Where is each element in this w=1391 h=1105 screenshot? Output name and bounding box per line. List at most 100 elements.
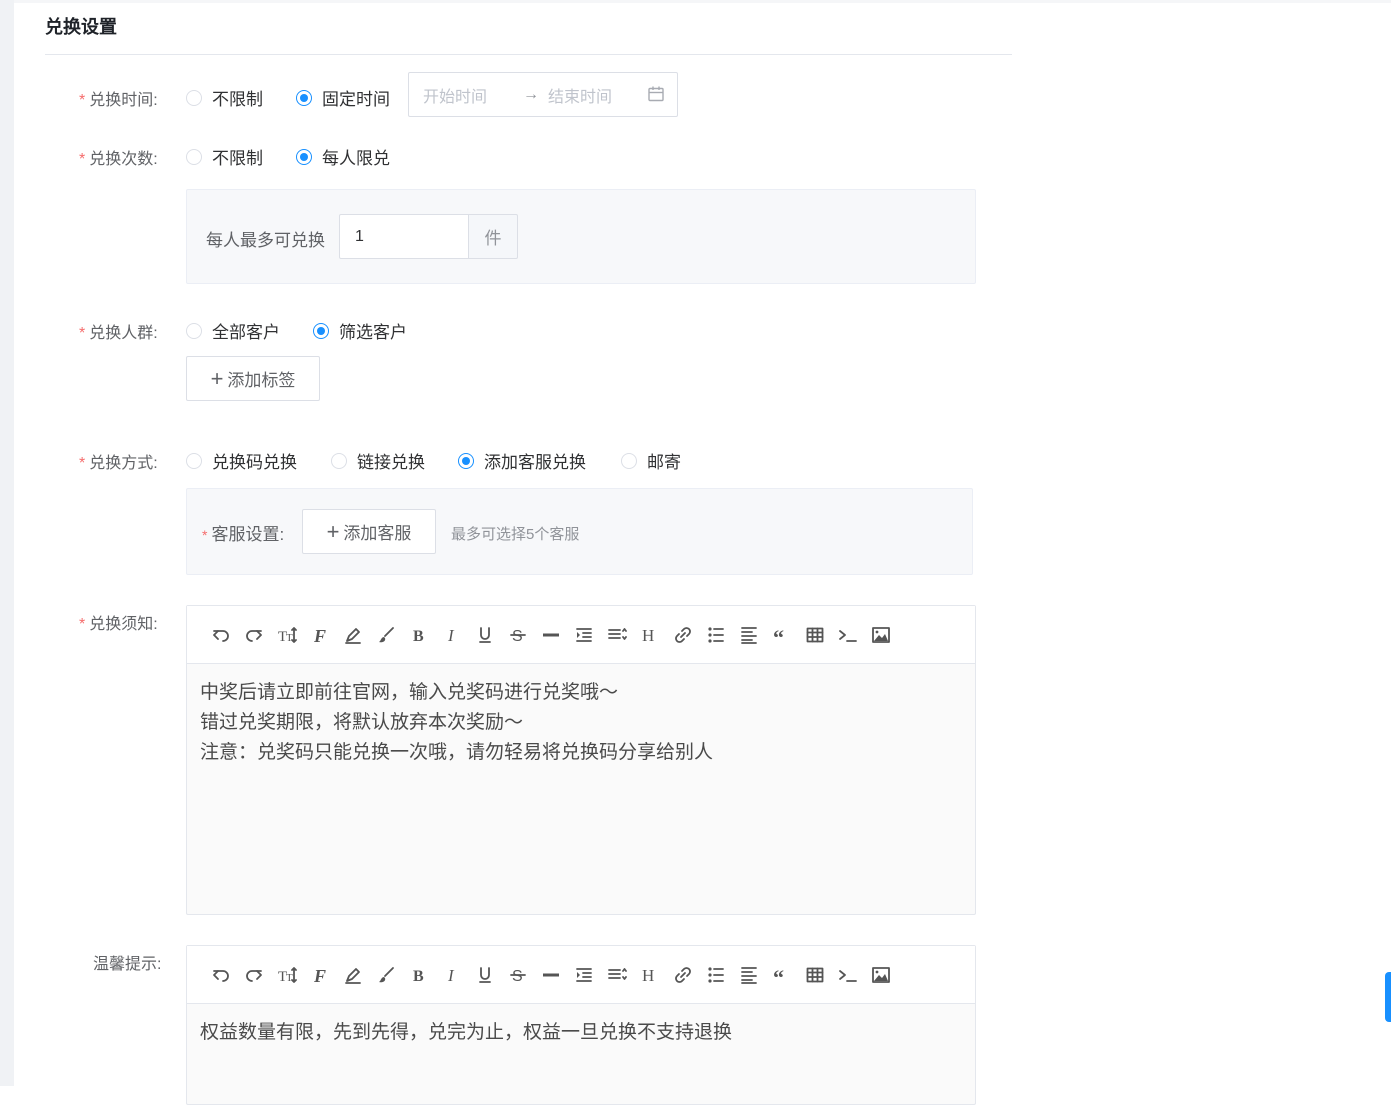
font-size-button[interactable]: TT	[270, 621, 303, 649]
redo-button[interactable]	[237, 621, 270, 649]
strikethrough-button[interactable]: S	[501, 961, 534, 989]
svg-text:H: H	[642, 966, 654, 985]
font-family-button[interactable]: F	[303, 621, 336, 649]
italic-button[interactable]: I	[435, 961, 468, 989]
font-size-button[interactable]: TT	[270, 961, 303, 989]
radio-label: 添加客服兑换	[484, 453, 586, 472]
redo-icon	[245, 969, 262, 982]
table-button[interactable]	[798, 621, 831, 649]
underline-button[interactable]	[468, 961, 501, 989]
end-date-input[interactable]: 结束时间	[548, 83, 638, 107]
image-button[interactable]	[864, 621, 897, 649]
svg-text:S: S	[512, 628, 523, 645]
align-button[interactable]	[732, 621, 765, 649]
bullet-list-button[interactable]	[699, 961, 732, 989]
table-button[interactable]	[798, 961, 831, 989]
horizontal-rule-button[interactable]	[534, 961, 567, 989]
method-link-radio[interactable]: 链接兑换	[331, 448, 425, 473]
code-button[interactable]	[831, 621, 864, 649]
editor-content[interactable]: 权益数量有限，先到先得，兑完为止，权益一旦兑换不支持退换	[187, 1004, 975, 1062]
radio-circle[interactable]	[186, 89, 202, 106]
image-button[interactable]	[864, 961, 897, 989]
paint-brush-button[interactable]	[369, 621, 402, 649]
redo-button[interactable]	[237, 961, 270, 989]
add-customer-service-button[interactable]: + 添加客服	[302, 509, 436, 554]
editor-toolbar: T T F B I S H “	[187, 946, 975, 1004]
range-separator-arrow: →	[523, 85, 539, 103]
date-range-picker[interactable]: 开始时间 → 结束时间	[408, 72, 678, 117]
highlight-button[interactable]	[336, 961, 369, 989]
crowd-all-customers-radio[interactable]: 全部客户	[186, 318, 280, 343]
highlight-button[interactable]	[336, 621, 369, 649]
crowd-filter-customers-radio[interactable]: 筛选客户	[313, 318, 407, 343]
paint-brush-button[interactable]	[369, 961, 402, 989]
radio-circle[interactable]	[458, 452, 474, 469]
image-icon	[871, 966, 890, 983]
line-height-button[interactable]	[600, 621, 633, 649]
underline-button[interactable]	[468, 621, 501, 649]
radio-circle[interactable]	[313, 322, 329, 339]
bullet-list-button[interactable]	[699, 621, 732, 649]
svg-text:“: “	[773, 965, 784, 985]
radio-label: 全部客户	[212, 323, 280, 342]
heading-button[interactable]: H	[633, 961, 666, 989]
per-person-limit-input[interactable]: 1	[339, 214, 469, 259]
exchange-time-unlimited-radio[interactable]: 不限制	[186, 85, 263, 110]
radio-circle[interactable]	[186, 452, 202, 469]
exchange-notice-editor[interactable]: T T F B I S H “ 中奖后请立即前往官网，输入兑奖码进行兑奖哦～ 错过兑奖期限，将…	[186, 605, 976, 915]
start-date-input[interactable]: 开始时间	[423, 83, 513, 107]
exchange-count-label: * 兑换次数:	[79, 145, 158, 169]
editor-line[interactable]: 中奖后请立即前往官网，输入兑奖码进行兑奖哦～	[200, 678, 962, 708]
svg-text:H: H	[642, 626, 654, 645]
exchange-time-fixed-radio[interactable]: 固定时间	[296, 85, 390, 110]
line-height-button[interactable]	[600, 961, 633, 989]
editor-content[interactable]: 中奖后请立即前往官网，输入兑奖码进行兑奖哦～ 错过兑奖期限，将默认放弃本次奖励～…	[187, 664, 975, 782]
exchange-count-per-person-radio[interactable]: 每人限兑	[296, 144, 390, 169]
bold-button[interactable]: B	[402, 961, 435, 989]
horizontal-rule-button[interactable]	[534, 621, 567, 649]
bold-button[interactable]: B	[402, 621, 435, 649]
calendar-icon[interactable]	[647, 85, 665, 103]
add-tag-button[interactable]: + 添加标签	[186, 356, 320, 401]
quote-button[interactable]: “	[765, 621, 798, 649]
editor-line[interactable]: 权益数量有限，先到先得，兑完为止，权益一旦兑换不支持退换	[200, 1018, 962, 1048]
horizontal-rule-icon	[542, 633, 559, 636]
font-family-button[interactable]: F	[303, 961, 336, 989]
link-button[interactable]	[666, 621, 699, 649]
quote-button[interactable]: “	[765, 961, 798, 989]
floating-side-tab[interactable]	[1385, 972, 1391, 1022]
undo-button[interactable]	[204, 961, 237, 989]
code-button[interactable]	[831, 961, 864, 989]
radio-circle[interactable]	[621, 452, 637, 469]
strikethrough-button[interactable]: S	[501, 621, 534, 649]
indent-button[interactable]	[567, 961, 600, 989]
italic-button[interactable]: I	[435, 621, 468, 649]
customer-service-hint: 最多可选择5个客服	[451, 526, 580, 543]
heading-button[interactable]: H	[633, 621, 666, 649]
font-size-icon: TT	[278, 626, 297, 645]
svg-text:“: “	[773, 625, 784, 645]
radio-circle[interactable]	[186, 148, 202, 165]
method-code-radio[interactable]: 兑换码兑换	[186, 448, 297, 473]
method-customer-service-radio[interactable]: 添加客服兑换	[458, 448, 586, 473]
radio-circle[interactable]	[186, 322, 202, 339]
underline-icon	[478, 626, 491, 643]
link-button[interactable]	[666, 961, 699, 989]
radio-circle[interactable]	[296, 89, 312, 106]
italic-icon: I	[447, 966, 455, 985]
exchange-count-unlimited-radio[interactable]: 不限制	[186, 144, 263, 169]
section-divider	[45, 54, 1012, 55]
table-icon	[806, 967, 823, 982]
editor-line[interactable]: 错过兑奖期限，将默认放弃本次奖励～	[200, 708, 962, 738]
radio-circle[interactable]	[296, 148, 312, 165]
warm-tips-editor[interactable]: T T F B I S H “ 权益数量有限，先到先得，兑完为止，权益一旦兑换不支持退换	[186, 945, 976, 1105]
align-button[interactable]	[732, 961, 765, 989]
method-mail-radio[interactable]: 邮寄	[621, 448, 681, 473]
editor-line[interactable]: 注意：兑奖码只能兑换一次哦，请勿轻易将兑换码分享给别人	[200, 738, 962, 768]
bullet-list-icon	[707, 626, 724, 643]
radio-circle[interactable]	[331, 452, 347, 469]
undo-button[interactable]	[204, 621, 237, 649]
indent-button[interactable]	[567, 621, 600, 649]
add-tag-button-label: 添加标签	[227, 371, 296, 390]
editor-toolbar: T T F B I S H “	[187, 606, 975, 664]
